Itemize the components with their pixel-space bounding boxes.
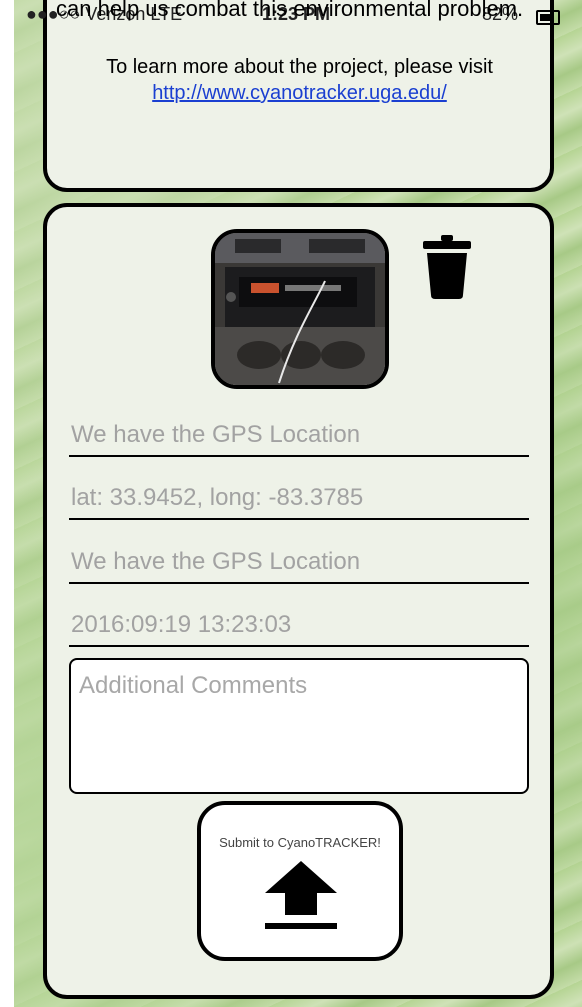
location-status-text: We have the GPS Location bbox=[71, 548, 361, 575]
scrolled-description-text: can help us combat this environmental pr… bbox=[56, 0, 524, 21]
project-link[interactable]: http://www.cyanotracker.uga.edu/ bbox=[47, 82, 552, 105]
comments-textarea[interactable]: Additional Comments bbox=[69, 658, 529, 794]
upload-arrow-icon bbox=[265, 861, 337, 929]
coordinates-field[interactable]: lat: 33.9452, long: -83.3785 bbox=[69, 480, 529, 520]
location-status-field[interactable]: We have the GPS Location bbox=[69, 544, 529, 584]
trash-icon[interactable] bbox=[423, 235, 471, 299]
coordinates-text: lat: 33.9452, long: -83.3785 bbox=[71, 484, 364, 511]
left-edge-strip bbox=[0, 0, 14, 1007]
photo-thumbnail[interactable] bbox=[211, 229, 389, 389]
gps-status-field[interactable]: We have the GPS Location bbox=[69, 417, 529, 457]
comments-placeholder: Additional Comments bbox=[79, 672, 308, 699]
submit-label: Submit to CyanoTRACKER! bbox=[219, 835, 381, 850]
timestamp-text: 2016:09:19 13:23:03 bbox=[71, 611, 292, 638]
battery-icon bbox=[536, 10, 560, 25]
learn-more-text: To learn more about the project, please … bbox=[106, 56, 493, 78]
submit-button[interactable]: Submit to CyanoTRACKER! bbox=[197, 801, 403, 961]
timestamp-field[interactable]: 2016:09:19 13:23:03 bbox=[69, 607, 529, 647]
photo-image bbox=[215, 233, 385, 385]
report-card: We have the GPS Location lat: 33.9452, l… bbox=[43, 203, 554, 999]
gps-status-text: We have the GPS Location bbox=[71, 421, 361, 448]
